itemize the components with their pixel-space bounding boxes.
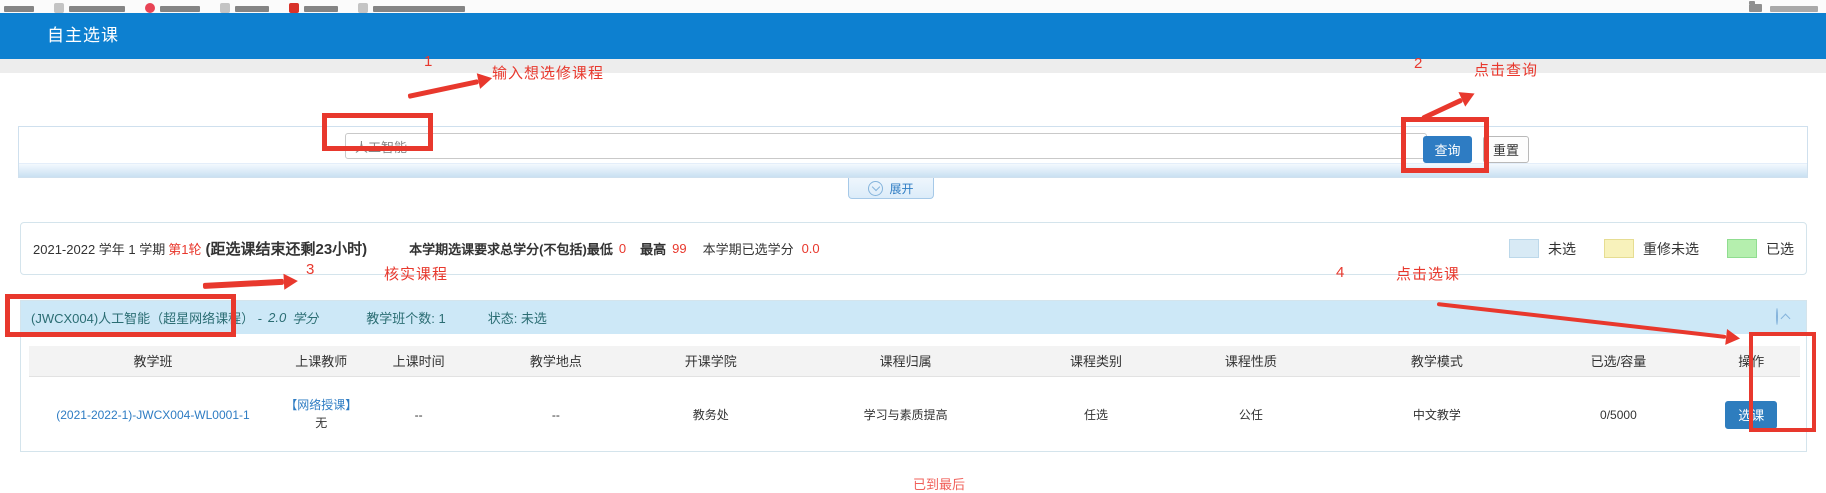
annotation-label: 输入想选修课程 <box>492 62 604 83</box>
col-header-college: 开课学院 <box>640 346 782 376</box>
bookmark-item[interactable] <box>220 3 269 13</box>
bookmark-item[interactable] <box>289 3 338 13</box>
credit-requirement-text: 本学期选课要求总学分(不包括)最低 <box>409 239 613 258</box>
reset-button[interactable]: 重置 <box>1483 136 1529 163</box>
table-row: (2021-2022-1)-JWCX004-WL0001-1 【网络授课】 无 … <box>29 376 1800 453</box>
course-nature: 公任 <box>1162 376 1339 453</box>
bookmark-item[interactable] <box>145 3 200 13</box>
bookmark-item[interactable] <box>4 6 34 13</box>
selected-credit-label: 本学期已选学分 <box>703 239 794 258</box>
page-title: 自主选课 <box>0 13 1826 59</box>
legend-item: 未选 <box>1509 239 1576 259</box>
bookmark-item[interactable] <box>54 3 125 13</box>
bookmark-item[interactable] <box>358 3 465 13</box>
col-header-mode: 教学模式 <box>1339 346 1534 376</box>
col-header-nature: 课程性质 <box>1162 346 1339 376</box>
selected-swatch <box>1727 239 1757 258</box>
bookmark-label <box>4 6 34 12</box>
legend-label: 未选 <box>1548 239 1576 259</box>
teacher-name: 无 <box>278 415 365 432</box>
panel-bottom-strip <box>19 163 1807 177</box>
semester-info-panel: 2021-2022 学年 1 学期 第1轮 (距选课结束还剩23小时) 本学期选… <box>20 222 1807 275</box>
course-status-text: 状态: 未选 <box>488 308 547 327</box>
expand-toggle[interactable]: 展开 <box>848 178 934 199</box>
retake-unselected-swatch <box>1604 239 1634 258</box>
red-circle-favicon <box>145 3 155 13</box>
annotation-label: 点击选课 <box>1396 263 1460 284</box>
class-detail-link[interactable]: (2021-2022-1)-JWCX004-WL0001-1 <box>56 408 249 422</box>
search-panel: 查询 重置 <box>18 126 1808 178</box>
teacher-tag: 【网络授课】 <box>278 397 365 414</box>
unselected-swatch <box>1509 239 1539 258</box>
class-count-text: 教学班个数: 1 <box>366 308 445 327</box>
class-college: 教务处 <box>640 376 782 453</box>
legend-item: 已选 <box>1727 239 1794 259</box>
chevron-down-circle-icon <box>868 181 883 196</box>
page-favicon <box>358 3 368 13</box>
selected-credit-value: 0.0 <box>802 241 820 256</box>
course-belong: 学习与素质提高 <box>782 376 1030 453</box>
class-place: -- <box>472 376 640 453</box>
page-favicon <box>220 3 230 13</box>
browser-bookmarks-bar <box>0 0 1826 13</box>
bookmark-label <box>235 6 269 12</box>
status-legend: 未选 重修未选 已选 <box>1509 223 1794 274</box>
legend-label: 重修未选 <box>1643 239 1699 259</box>
course-category: 任选 <box>1030 376 1163 453</box>
course-selection-page: 自主选课 查询 重置 展开 1 输入想选修课程 2 点击查询 3 核实课程 4 … <box>0 0 1826 481</box>
col-header-class: 教学班 <box>29 346 277 376</box>
class-time: -- <box>365 376 471 453</box>
annotation-highlight-box <box>1401 117 1489 173</box>
annotation-highlight-box <box>5 294 236 337</box>
page-favicon <box>54 3 64 13</box>
collapse-section-button[interactable] <box>1776 309 1792 325</box>
bookmark-label <box>373 6 465 12</box>
chevron-up-circle-icon <box>1776 308 1778 325</box>
annotation-label: 核实课程 <box>384 263 448 284</box>
col-header-category: 课程类别 <box>1030 346 1163 376</box>
app-header: 自主选课 <box>0 13 1826 59</box>
annotation-step-number: 1 <box>424 53 432 70</box>
term-text: 2021-2022 学年 1 学期 <box>33 239 165 258</box>
col-header-time: 上课时间 <box>365 346 471 376</box>
table-header-row: 教学班 上课教师 上课时间 教学地点 开课学院 课程归属 课程类别 课程性质 教… <box>29 346 1800 376</box>
course-search-input[interactable] <box>345 133 1427 159</box>
countdown-text: (距选课结束还剩23小时) <box>205 238 367 259</box>
course-credit-unit: 学分 <box>292 308 318 327</box>
red-badge-favicon <box>289 3 299 13</box>
round-text: 第1轮 <box>168 239 201 258</box>
annotation-label: 点击查询 <box>1474 59 1538 80</box>
course-credit-value: 2.0 <box>268 310 286 325</box>
legend-label: 已选 <box>1766 239 1794 259</box>
max-credit-value: 99 <box>672 241 686 256</box>
annotation-step-number: 3 <box>306 261 314 278</box>
class-table: 教学班 上课教师 上课时间 教学地点 开课学院 课程归属 课程类别 课程性质 教… <box>29 346 1800 453</box>
end-of-list-text: 已到最后 <box>913 474 965 493</box>
annotation-step-number: 2 <box>1414 55 1422 72</box>
folder-icon[interactable] <box>1749 4 1762 12</box>
annotation-arrow <box>203 273 301 294</box>
col-header-belong: 课程归属 <box>782 346 1030 376</box>
bookmark-label <box>1770 6 1818 12</box>
legend-item: 重修未选 <box>1604 239 1699 259</box>
col-header-teacher: 上课教师 <box>277 346 366 376</box>
max-credit-label: 最高 <box>640 239 666 258</box>
annotation-highlight-box <box>322 113 433 151</box>
capacity-value: 0/5000 <box>1534 376 1702 453</box>
bookmark-label <box>160 6 200 12</box>
annotation-arrow <box>406 70 493 104</box>
header-sub-strip <box>0 59 1826 73</box>
expand-label: 展开 <box>889 180 913 197</box>
col-header-place: 教学地点 <box>472 346 640 376</box>
teach-mode: 中文教学 <box>1339 376 1534 453</box>
min-credit-value: 0 <box>619 241 626 256</box>
bookmark-label <box>69 6 125 12</box>
annotation-highlight-box <box>1749 332 1816 432</box>
col-header-capacity: 已选/容量 <box>1534 346 1702 376</box>
annotation-step-number: 4 <box>1336 264 1344 281</box>
bookmark-label <box>304 6 338 12</box>
